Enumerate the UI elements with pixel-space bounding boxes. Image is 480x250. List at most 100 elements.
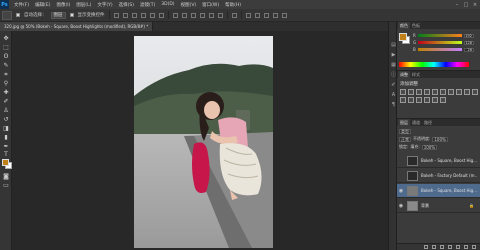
menu-type[interactable]: 文字(Y): [94, 2, 115, 8]
delete-layer-icon[interactable]: [472, 245, 476, 249]
new-group-icon[interactable]: [456, 245, 460, 249]
slider-value[interactable]: 128: [464, 40, 474, 45]
layer-row-background[interactable]: ◉ 背景 🔒: [397, 199, 480, 213]
menu-edit[interactable]: 编辑(E): [32, 2, 53, 8]
auto-align-icon[interactable]: [231, 12, 237, 18]
align-left-icon[interactable]: [140, 12, 146, 18]
align-top-icon[interactable]: [113, 12, 119, 18]
align-center-icon[interactable]: [149, 12, 155, 18]
distribute-right-icon[interactable]: [217, 12, 223, 18]
slider-track-red[interactable]: [418, 34, 462, 37]
tab-paths[interactable]: 路径: [422, 119, 434, 126]
menu-select[interactable]: 选择(S): [116, 2, 137, 8]
3d-slide-icon[interactable]: [272, 12, 278, 18]
marquee-tool-icon[interactable]: ⬚: [2, 44, 10, 52]
3d-scale-icon[interactable]: [281, 12, 287, 18]
auto-select-checkbox[interactable]: [16, 13, 20, 17]
opacity-input[interactable]: 100%: [432, 136, 448, 142]
maximize-button[interactable]: □: [463, 2, 469, 8]
slider-value[interactable]: 26: [464, 47, 474, 52]
gradient-tool-icon[interactable]: ▮: [2, 134, 10, 142]
menu-image[interactable]: 图像(I): [53, 2, 73, 8]
character-panel-icon[interactable]: A: [390, 92, 397, 99]
tab-layers[interactable]: 图层: [398, 119, 410, 126]
align-middle-icon[interactable]: [122, 12, 128, 18]
show-transform-checkbox[interactable]: [69, 13, 74, 17]
align-bottom-icon[interactable]: [131, 12, 137, 18]
hue-saturation-icon[interactable]: [440, 89, 446, 95]
close-button[interactable]: ×: [472, 2, 478, 8]
color-spectrum[interactable]: [399, 62, 469, 67]
minimize-button[interactable]: –: [454, 2, 460, 8]
blend-mode-dropdown[interactable]: 正常: [399, 136, 411, 142]
layer-row[interactable]: Bokeh - Square, Boost Hig...: [397, 154, 480, 168]
eye-icon[interactable]: ◉: [398, 188, 404, 194]
fill-input[interactable]: 100%: [421, 144, 438, 150]
distribute-bottom-icon[interactable]: [190, 12, 196, 18]
screen-mode-icon[interactable]: ▭: [2, 182, 10, 190]
slider-red[interactable]: R 192: [413, 33, 477, 38]
paragraph-panel-icon[interactable]: ¶: [390, 102, 397, 109]
menu-view[interactable]: 视图(V): [178, 2, 200, 8]
layer-row-selected[interactable]: ◉ Bokeh - Square, Boost Hig...: [397, 184, 480, 198]
3d-drag-icon[interactable]: [263, 12, 269, 18]
distribute-left-icon[interactable]: [199, 12, 205, 18]
quick-mask-icon[interactable]: ◙: [2, 173, 10, 181]
color-lookup-icon[interactable]: [400, 97, 406, 103]
slider-green[interactable]: G 128: [413, 40, 477, 45]
pen-tool-icon[interactable]: ✒: [2, 143, 10, 151]
tab-styles[interactable]: 样式: [410, 71, 422, 78]
lasso-tool-icon[interactable]: ʘ: [2, 53, 10, 61]
menu-file[interactable]: 文件(F): [11, 2, 32, 8]
3d-roll-icon[interactable]: [254, 12, 260, 18]
add-mask-icon[interactable]: [440, 245, 444, 249]
photo-filter-icon[interactable]: [464, 89, 470, 95]
tab-channels[interactable]: 通道: [410, 119, 422, 126]
move-tool-icon[interactable]: ✥: [2, 35, 10, 43]
brush-tool-icon[interactable]: ✐: [2, 98, 10, 106]
document-image[interactable]: [134, 36, 273, 248]
threshold-icon[interactable]: [424, 97, 430, 103]
distribute-middle-icon[interactable]: [181, 12, 187, 18]
vibrance-icon[interactable]: [432, 89, 438, 95]
layer-filter-dropdown[interactable]: 类型: [399, 128, 411, 134]
levels-icon[interactable]: [408, 89, 414, 95]
info-panel-icon[interactable]: ⓘ: [390, 72, 397, 79]
eraser-tool-icon[interactable]: ◨: [2, 125, 10, 133]
exposure-icon[interactable]: [424, 89, 430, 95]
document-tab[interactable]: 320.jpg @ 50% (Bokeh - Square, Boost Hig…: [0, 22, 154, 31]
distribute-center-icon[interactable]: [208, 12, 214, 18]
layer-style-icon[interactable]: [432, 245, 436, 249]
properties-panel-icon[interactable]: ▦: [390, 62, 397, 69]
history-brush-tool-icon[interactable]: ↺: [2, 116, 10, 124]
brush-panel-icon[interactable]: ✐: [390, 82, 397, 89]
brightness-contrast-icon[interactable]: [400, 89, 406, 95]
quick-select-tool-icon[interactable]: ✎: [2, 62, 10, 70]
clone-stamp-tool-icon[interactable]: ♙: [2, 107, 10, 115]
link-layers-icon[interactable]: [424, 245, 428, 249]
healing-brush-tool-icon[interactable]: ✚: [2, 89, 10, 97]
menu-filter[interactable]: 滤镜(T): [137, 2, 158, 8]
menu-3d[interactable]: 3D(D): [158, 2, 177, 7]
slider-value[interactable]: 192: [464, 33, 474, 38]
tab-swatches[interactable]: 色板: [410, 22, 422, 29]
slider-blue[interactable]: B 26: [413, 47, 477, 52]
actions-panel-icon[interactable]: ▶: [390, 52, 397, 59]
auto-select-dropdown[interactable]: 图层: [50, 11, 66, 19]
menu-layer[interactable]: 图层(L): [73, 2, 94, 8]
move-tool-preset-icon[interactable]: [2, 10, 12, 20]
distribute-top-icon[interactable]: [172, 12, 178, 18]
black-white-icon[interactable]: [456, 89, 462, 95]
selective-color-icon[interactable]: [440, 97, 446, 103]
menu-window[interactable]: 窗口(W): [199, 2, 222, 8]
slider-track-blue[interactable]: [418, 48, 462, 51]
slider-track-green[interactable]: [418, 41, 462, 44]
layer-row[interactable]: Bokeh - Factory Default (m...: [397, 169, 480, 183]
crop-tool-icon[interactable]: ⌗: [2, 71, 10, 79]
menu-help[interactable]: 帮助(H): [222, 2, 244, 8]
type-tool-icon[interactable]: T: [2, 151, 10, 159]
align-right-icon[interactable]: [158, 12, 164, 18]
eyedropper-tool-icon[interactable]: ⚲: [2, 80, 10, 88]
canvas-area[interactable]: [12, 31, 388, 250]
curves-icon[interactable]: [416, 89, 422, 95]
